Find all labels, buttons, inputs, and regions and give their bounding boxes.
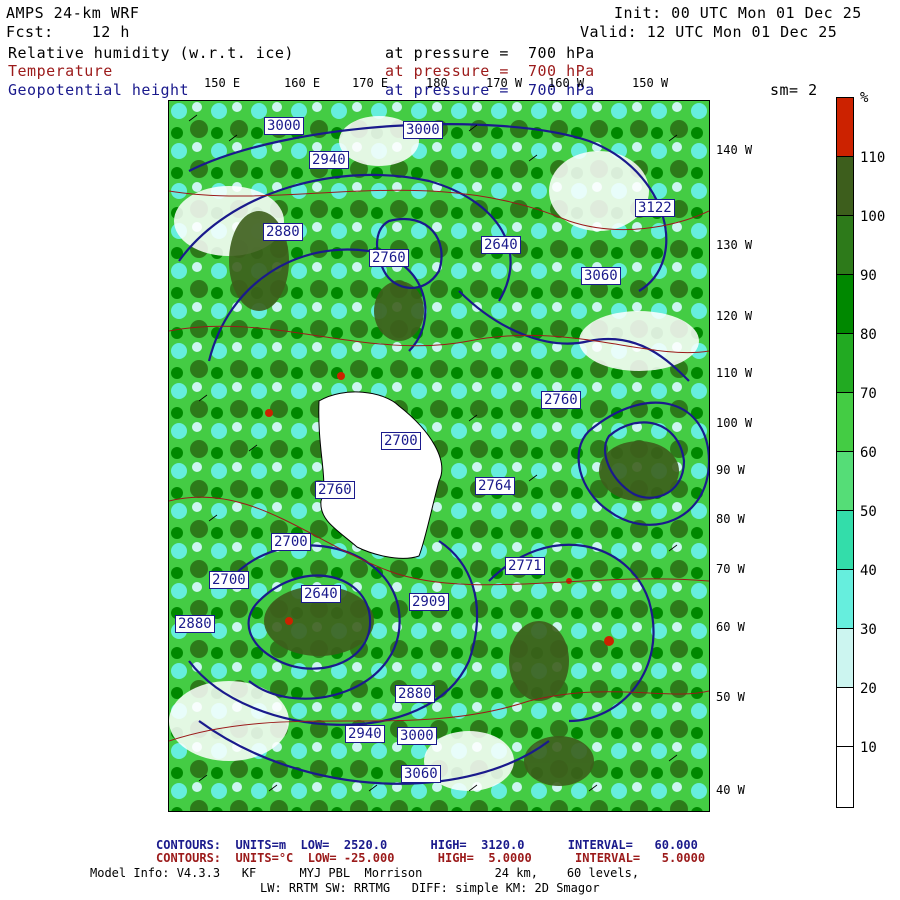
height-label: 3000 <box>403 121 443 139</box>
height-label: 2880 <box>175 615 215 633</box>
forecast-hour: Fcst: 12 h <box>6 23 130 41</box>
lat-label: 140 W <box>716 143 753 157</box>
height-label: 2764 <box>475 477 515 495</box>
lat-label: 60 W <box>716 620 745 634</box>
lon-label: 160 W <box>548 76 585 90</box>
footer-physics: LW: RRTM SW: RRTMG DIFF: simple KM: 2D S… <box>260 881 600 895</box>
height-label: 3000 <box>397 727 437 745</box>
height-label: 2940 <box>309 151 349 169</box>
height-label: 2640 <box>301 585 341 603</box>
colorbar-label: 30 <box>860 622 877 638</box>
footer-model-info: Model Info: V4.3.3 KF MYJ PBL Morrison 2… <box>90 866 640 880</box>
colorbar-segment <box>837 570 853 629</box>
init-time: Init: 00 UTC Mon 01 Dec 25 <box>614 4 862 22</box>
colorbar-segment <box>837 334 853 393</box>
colorbar-label: 100 <box>860 209 886 225</box>
colorbar-label: 50 <box>860 504 877 520</box>
footer-height-contours: CONTOURS: UNITS=m LOW= 2520.0 HIGH= 3120… <box>156 838 698 852</box>
lon-label: 170 W <box>486 76 523 90</box>
valid-time: Valid: 12 UTC Mon 01 Dec 25 <box>580 23 838 41</box>
lon-label: 170 E <box>352 76 389 90</box>
model-title: AMPS 24-km WRF <box>6 4 140 22</box>
colorbar-segment <box>837 275 853 334</box>
colorbar-segment <box>837 511 853 570</box>
colorbar-segment <box>837 747 853 807</box>
height-label: 3060 <box>581 267 621 285</box>
colorbar <box>836 97 854 808</box>
height-label: 3000 <box>264 117 304 135</box>
height-label: 2700 <box>271 533 311 551</box>
lat-label: 80 W <box>716 512 745 526</box>
lat-label: 40 W <box>716 783 745 797</box>
height-label: 2940 <box>345 725 385 743</box>
height-label: 2880 <box>395 685 435 703</box>
field-temp-name: Temperature <box>8 62 113 80</box>
height-label: 2760 <box>369 249 409 267</box>
rh-height-map: 3000 2940 3000 2880 2760 2640 2700 2764 … <box>168 100 711 812</box>
height-label: 2771 <box>505 557 545 575</box>
colorbar-unit: % <box>860 90 869 106</box>
colorbar-label: 70 <box>860 386 877 402</box>
colorbar-label: 40 <box>860 563 877 579</box>
height-label: 2640 <box>481 236 521 254</box>
colorbar-segment <box>837 393 853 452</box>
field-rh-name: Relative humidity (w.r.t. ice) <box>8 44 294 62</box>
colorbar-segment <box>837 688 853 747</box>
height-label: 3060 <box>401 765 441 783</box>
lon-label: 150 W <box>632 76 669 90</box>
lat-label: 90 W <box>716 463 745 477</box>
field-rh-level: at pressure = 700 hPa <box>385 44 595 62</box>
colorbar-label: 110 <box>860 150 886 166</box>
lon-label: 150 E <box>204 76 241 90</box>
footer-temp-contours: CONTOURS: UNITS=°C LOW= -25.000 HIGH= 5.… <box>156 851 706 865</box>
height-label: 3122 <box>635 199 675 217</box>
height-label: 2700 <box>381 432 421 450</box>
height-label: 2760 <box>541 391 581 409</box>
colorbar-label: 80 <box>860 327 877 343</box>
colorbar-label: 90 <box>860 268 877 284</box>
lat-label: 110 W <box>716 366 753 380</box>
lat-label: 100 W <box>716 416 753 430</box>
colorbar-segment <box>837 216 853 275</box>
lat-label: 130 W <box>716 238 753 252</box>
lon-label: 160 E <box>284 76 321 90</box>
height-label: 2700 <box>209 571 249 589</box>
lat-label: 50 W <box>716 690 745 704</box>
height-label: 2880 <box>263 223 303 241</box>
smoothing-label: sm= 2 <box>770 81 818 99</box>
colorbar-segment <box>837 452 853 511</box>
colorbar-segment <box>837 157 853 216</box>
lat-label: 120 W <box>716 309 753 323</box>
height-label: 2760 <box>315 481 355 499</box>
lat-label: 70 W <box>716 562 745 576</box>
map-canvas <box>168 101 711 811</box>
field-height-name: Geopotential height <box>8 81 190 99</box>
lon-label: 180 <box>426 76 448 90</box>
colorbar-segment <box>837 629 853 688</box>
height-label: 2909 <box>409 593 449 611</box>
colorbar-label: 20 <box>860 681 877 697</box>
colorbar-label: 60 <box>860 445 877 461</box>
colorbar-label: 10 <box>860 740 877 756</box>
colorbar-segment <box>837 98 853 157</box>
